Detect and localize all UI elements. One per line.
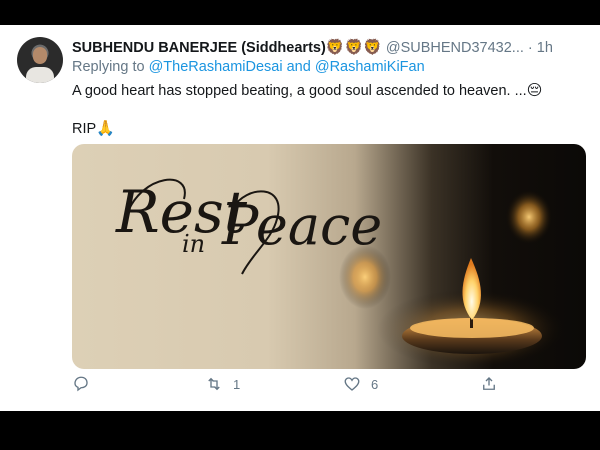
pensive-emoji: 😔 [526,81,543,99]
separator-dot: · [527,40,533,56]
tweet-actions: 1 6 [72,375,586,399]
tweet-header: SUBHENDU BANERJEE (Siddhearts)🦁🦁🦁 @SUBHE… [72,38,592,56]
rest-in-peace-lettering: Rest in Peace [115,178,382,258]
retweet-icon [208,377,220,391]
mention-link-1[interactable]: @TheRashamiDesai [149,59,283,75]
folded-hands-emoji: 🙏 [96,119,115,137]
mention-link-2[interactable]: @RashamiKiFan [315,59,425,75]
lettering-in: in [182,230,205,258]
bokeh-light-top-right [505,189,553,245]
like-button[interactable]: 6 [343,375,378,393]
tweet-text-line-1: A good heart has stopped beating, a good… [72,81,542,99]
like-count: 6 [371,376,379,392]
avatar[interactable] [17,37,63,83]
replying-prefix: Replying to [72,59,145,75]
avatar-face [33,47,47,64]
lettering-peace: Peace [221,194,382,257]
reply-icon [74,376,88,392]
display-name[interactable]: SUBHENDU BANERJEE (Siddhearts) [72,40,326,56]
rest-in-peace-graphic: Rest in Peace [115,178,567,369]
heart-icon [344,377,360,391]
share-icon [483,377,495,390]
tweet-card[interactable]: SUBHENDU BANERJEE (Siddhearts)🦁🦁🦁 @SUBHE… [0,25,600,411]
share-button[interactable] [480,375,498,393]
user-handle[interactable]: @SUBHEND37432... [386,40,524,56]
name-emojis: 🦁🦁🦁 [325,38,382,56]
tweet-text: A good heart has stopped beating, a good… [72,83,527,99]
retweet-count: 1 [233,376,241,392]
and-text: and [286,59,311,75]
tweet-image[interactable]: Rest in Peace [72,144,586,369]
rip-text: RIP [72,121,97,137]
retweet-button[interactable]: 1 [205,375,240,393]
tweet-text-line-2: RIP🙏 [72,119,115,137]
replying-to-line: Replying to @TheRashamiDesai and @Rasham… [72,59,425,75]
reply-button[interactable] [72,375,90,393]
avatar-shirt [26,67,54,83]
timestamp[interactable]: 1h [537,40,553,56]
